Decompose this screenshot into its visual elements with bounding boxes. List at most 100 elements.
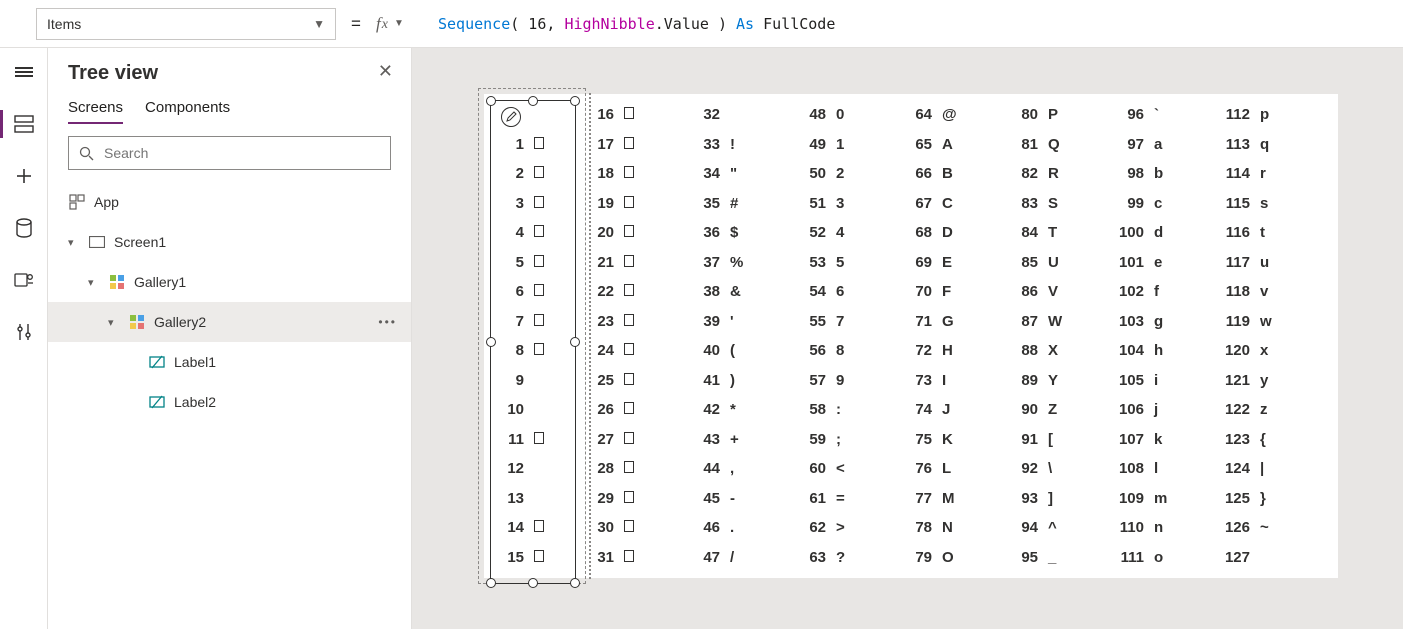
- ascii-char: /: [730, 549, 760, 566]
- tree-node-gallery2[interactable]: ▾ Gallery2 •••: [48, 302, 411, 342]
- ascii-code: 29: [582, 490, 624, 507]
- ascii-char: 5: [836, 254, 866, 271]
- ascii-code: 10: [492, 401, 534, 418]
- ascii-char: R: [1048, 165, 1078, 182]
- ascii-code: 105: [1112, 372, 1154, 389]
- ascii-cell: 524: [794, 218, 900, 248]
- resize-handle[interactable]: [570, 578, 580, 588]
- ascii-code: 18: [582, 165, 624, 182]
- ascii-cell: 116t: [1218, 218, 1324, 248]
- tools-icon[interactable]: [8, 316, 40, 348]
- chevron-down-icon[interactable]: ▾: [88, 276, 104, 289]
- ascii-cell: 491: [794, 130, 900, 160]
- ascii-char: [624, 401, 654, 418]
- gallery-icon: [128, 313, 146, 331]
- ascii-code: 27: [582, 431, 624, 448]
- ascii-char: 3: [836, 195, 866, 212]
- ascii-code: 66: [900, 165, 942, 182]
- insert-icon[interactable]: [8, 160, 40, 192]
- ascii-char: T: [1048, 224, 1078, 241]
- ascii-cell: 68D: [900, 218, 1006, 248]
- screen-artboard[interactable]: 0123456789101112131415161718192021222324…: [484, 94, 1338, 578]
- ascii-char: W: [1048, 313, 1078, 330]
- ascii-code: 5: [492, 254, 534, 271]
- media-icon[interactable]: [8, 264, 40, 296]
- ascii-char: ]: [1048, 490, 1078, 507]
- ascii-cell: 85U: [1006, 248, 1112, 278]
- ascii-cell: 76L: [900, 454, 1006, 484]
- more-icon[interactable]: •••: [378, 315, 397, 329]
- ascii-code: 2: [492, 165, 534, 182]
- resize-handle[interactable]: [528, 578, 538, 588]
- ascii-code: 61: [794, 490, 836, 507]
- tree-node-label2[interactable]: Label2: [48, 382, 411, 422]
- tab-screens[interactable]: Screens: [68, 99, 123, 124]
- ascii-char: z: [1260, 401, 1290, 418]
- ascii-char: ;: [836, 431, 866, 448]
- ascii-code: 48: [794, 106, 836, 123]
- hamburger-icon[interactable]: [8, 56, 40, 88]
- ascii-cell: 121y: [1218, 366, 1324, 396]
- ascii-code: 110: [1112, 519, 1154, 536]
- formula-input[interactable]: Sequence( 16, HighNibble.Value ) As Full…: [430, 9, 1403, 39]
- ascii-cell: 82R: [1006, 159, 1112, 189]
- ascii-code: 36: [688, 224, 730, 241]
- ascii-cell: 111o: [1112, 543, 1218, 573]
- ascii-code: 37: [688, 254, 730, 271]
- ascii-char: *: [730, 401, 760, 418]
- property-selector[interactable]: Items ▼: [36, 8, 336, 40]
- ascii-char: [534, 313, 564, 330]
- close-icon[interactable]: ✕: [378, 62, 393, 80]
- resize-handle[interactable]: [486, 578, 496, 588]
- ascii-cell: 513: [794, 189, 900, 219]
- ascii-code: 95: [1006, 549, 1048, 566]
- search-box[interactable]: [68, 136, 391, 170]
- ascii-char: [534, 431, 564, 448]
- ascii-cell: 100d: [1112, 218, 1218, 248]
- tree-node-screen1[interactable]: ▾ Screen1: [48, 222, 411, 262]
- ascii-code: 79: [900, 549, 942, 566]
- ascii-code: 39: [688, 313, 730, 330]
- tree-node-label1[interactable]: Label1: [48, 342, 411, 382]
- ascii-char: V: [1048, 283, 1078, 300]
- ascii-char: ": [730, 165, 760, 182]
- chevron-down-icon[interactable]: ▾: [108, 316, 124, 329]
- fx-button[interactable]: fx ▼: [376, 14, 430, 34]
- ascii-cell: 104h: [1112, 336, 1218, 366]
- ascii-code: 34: [688, 165, 730, 182]
- data-icon[interactable]: [8, 212, 40, 244]
- ascii-cell: 96`: [1112, 100, 1218, 130]
- chevron-down-icon[interactable]: ▾: [68, 236, 84, 249]
- ascii-cell: 103g: [1112, 307, 1218, 337]
- ascii-char: [534, 283, 564, 300]
- ascii-cell: 91[: [1006, 425, 1112, 455]
- ascii-cell: 125}: [1218, 484, 1324, 514]
- ascii-char: w: [1260, 313, 1290, 330]
- ascii-cell: 117u: [1218, 248, 1324, 278]
- ascii-cell: 67C: [900, 189, 1006, 219]
- ascii-char: U: [1048, 254, 1078, 271]
- ascii-cell: 114r: [1218, 159, 1324, 189]
- tree-node-app[interactable]: App: [48, 182, 411, 222]
- ascii-char: 4: [836, 224, 866, 241]
- ascii-char: &: [730, 283, 760, 300]
- ascii-cell: 22: [582, 277, 688, 307]
- search-input[interactable]: [102, 144, 380, 162]
- ascii-code: 67: [900, 195, 942, 212]
- ascii-cell: 92\: [1006, 454, 1112, 484]
- ascii-cell: 95_: [1006, 543, 1112, 573]
- tree-view-icon[interactable]: [8, 108, 40, 140]
- tree-node-gallery1[interactable]: ▾ Gallery1: [48, 262, 411, 302]
- ascii-char: @: [942, 106, 972, 123]
- ascii-cell: 58:: [794, 395, 900, 425]
- ascii-char: a: [1154, 136, 1184, 153]
- tab-components[interactable]: Components: [145, 99, 230, 124]
- ascii-cell: 62>: [794, 513, 900, 543]
- ascii-char: #: [730, 195, 760, 212]
- ascii-cell: 36$: [688, 218, 794, 248]
- canvas[interactable]: 0123456789101112131415161718192021222324…: [412, 48, 1403, 629]
- ascii-cell: 32: [688, 100, 794, 130]
- ascii-code: 63: [794, 549, 836, 566]
- ascii-char: r: [1260, 165, 1290, 182]
- ascii-char: [624, 313, 654, 330]
